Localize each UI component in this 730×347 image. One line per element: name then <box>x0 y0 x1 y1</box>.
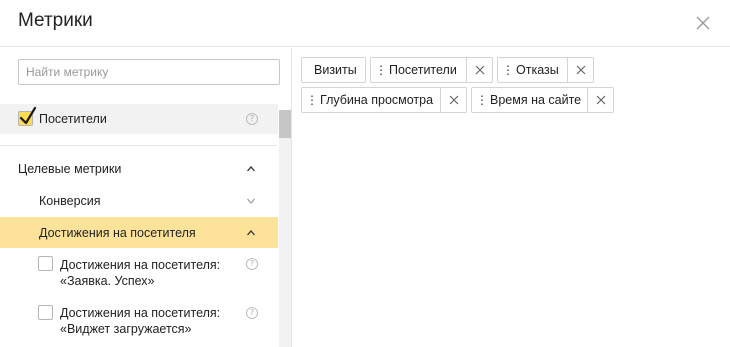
chip-label: Посетители <box>389 63 457 77</box>
scrollbar[interactable] <box>279 110 291 347</box>
chip-label: Глубина просмотра <box>320 93 434 107</box>
metric-subitem-line1: Достижения на посетителя: <box>60 306 221 320</box>
metric-subitem-line2: «Виджет загружается» <box>60 322 192 336</box>
remove-icon[interactable] <box>587 88 613 112</box>
search-metric-input[interactable] <box>18 59 280 85</box>
tree-item-goal-achievements[interactable]: Достижения на посетителя <box>0 217 278 248</box>
divider <box>0 145 277 146</box>
chip-label: Визиты <box>314 63 357 77</box>
chevron-up-icon[interactable] <box>246 228 256 238</box>
metrics-tree-panel: Посетители ? Целевые метрики Конверсия Д… <box>0 48 292 347</box>
tree-item-label: Конверсия <box>39 194 101 208</box>
dialog-title: Метрики <box>18 10 93 31</box>
help-icon[interactable]: ? <box>246 307 258 319</box>
drag-handle-icon[interactable]: ⋮ <box>375 64 387 76</box>
metric-subitem-label: Достижения на посетителя: «Виджет загруж… <box>60 305 220 337</box>
remove-icon[interactable] <box>466 58 492 82</box>
dialog-header: Метрики <box>0 0 730 47</box>
metric-chip-visits[interactable]: Визиты <box>301 57 366 83</box>
checkbox[interactable] <box>38 256 53 271</box>
chip-label: Время на сайте <box>490 93 582 107</box>
tree-item-conversion[interactable]: Конверсия <box>0 186 278 216</box>
chevron-up-icon[interactable] <box>246 164 256 174</box>
drag-handle-icon[interactable]: ⋮ <box>476 94 488 106</box>
drag-handle-icon[interactable]: ⋮ <box>502 64 514 76</box>
checkbox-checked[interactable] <box>18 107 37 126</box>
metric-subitem-line2: «Заявка. Успех» <box>60 274 155 288</box>
metric-chip-bounces[interactable]: ⋮ Отказы <box>497 57 594 83</box>
metric-chip-visitors[interactable]: ⋮ Посетители <box>370 57 493 83</box>
metric-subitem-label: Достижения на посетителя: «Заявка. Успех… <box>60 257 220 289</box>
group-label: Целевые метрики <box>18 162 122 176</box>
group-target-metrics[interactable]: Целевые метрики <box>0 154 278 184</box>
checkbox[interactable] <box>38 305 53 320</box>
tree-item-label: Достижения на посетителя <box>39 225 196 240</box>
close-icon[interactable] <box>694 14 712 32</box>
scrollbar-thumb[interactable] <box>279 110 291 138</box>
help-icon[interactable]: ? <box>246 113 258 125</box>
chevron-down-icon[interactable] <box>246 196 256 206</box>
metric-chip-time-on-site[interactable]: ⋮ Время на сайте <box>471 87 614 113</box>
metric-subitem-line1: Достижения на посетителя: <box>60 258 221 272</box>
metric-chip-page-depth[interactable]: ⋮ Глубина просмотра <box>301 87 467 113</box>
metric-item-visitors[interactable]: Посетители ? <box>0 104 278 134</box>
chip-label: Отказы <box>516 63 559 77</box>
drag-handle-icon[interactable]: ⋮ <box>306 94 318 106</box>
remove-icon[interactable] <box>567 58 593 82</box>
metric-item-label: Посетители <box>39 112 107 126</box>
help-icon[interactable]: ? <box>246 258 258 270</box>
selected-metrics-panel: Визиты ⋮ Посетители ⋮ Отказы ⋮ Глубина п… <box>293 48 730 347</box>
remove-icon[interactable] <box>440 88 466 112</box>
